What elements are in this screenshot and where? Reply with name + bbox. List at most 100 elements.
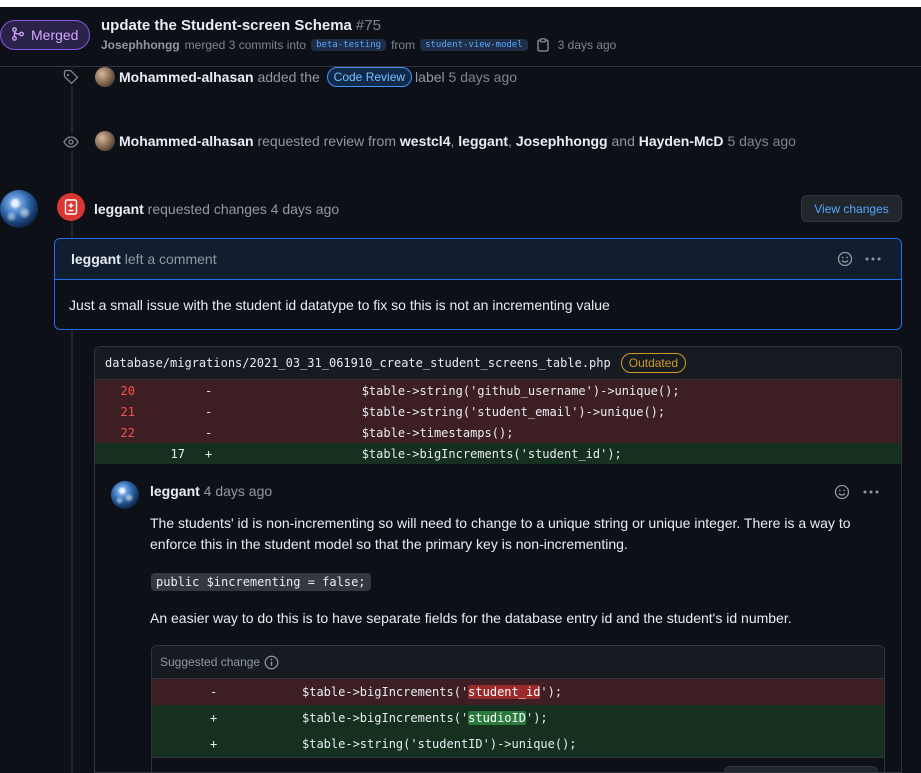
suggestion-line: + $table->bigIncrements('studioID'); <box>152 705 884 731</box>
merged-label: Merged <box>31 27 79 43</box>
pr-header: Merged update the Student-screen Schema #… <box>0 7 921 67</box>
pr-number: #75 <box>355 17 381 34</box>
diff-line: 20 - $table->string('github_username')->… <box>95 380 901 401</box>
kebab-menu-icon[interactable] <box>863 250 883 268</box>
timeline-event-review-request: Mohammed-alhasan requested review from w… <box>0 130 921 154</box>
reviewer[interactable]: Josephhongg <box>516 133 608 149</box>
review-action: requested changes <box>147 201 267 217</box>
suggested-change-label: Suggested change <box>160 655 261 669</box>
head-branch[interactable]: student-view-model <box>420 39 528 51</box>
top-edge <box>0 0 921 7</box>
outdated-badge: Outdated <box>620 353 687 373</box>
diff-code: $table->timestamps(); <box>275 425 514 440</box>
reviewer[interactable]: leggant <box>458 133 508 149</box>
event-time[interactable]: 5 days ago <box>449 69 518 85</box>
diff-code: $table->string('student_email')->unique(… <box>275 404 666 419</box>
review-comment: leggant left a comment Just a small issu… <box>54 238 902 330</box>
diff-sign: - <box>205 404 213 419</box>
pr-meta: Josephhongg merged 3 commits into beta-t… <box>101 38 616 52</box>
comment-user[interactable]: leggant <box>71 251 121 267</box>
added-token: studioID <box>468 711 526 725</box>
suggestion-code: $table->bigIncrements('student_id'); <box>302 685 562 699</box>
inline-code: public $incrementing = false; <box>151 573 371 591</box>
code-part: $table->bigIncrements(' <box>302 685 469 699</box>
pr-merge-text: merged 3 commits into <box>184 38 307 52</box>
diff-code: $table->string('github_username')->uniqu… <box>275 383 680 398</box>
pr-author[interactable]: Josephhongg <box>101 38 180 52</box>
timeline-event-label: Mohammed-alhasan added the Code Review l… <box>0 66 921 90</box>
diff-sign: + <box>210 737 218 751</box>
commit-suggestion-button[interactable] <box>724 766 878 772</box>
reviewer[interactable]: westcl4 <box>400 133 451 149</box>
eye-icon <box>62 133 80 151</box>
smiley-icon[interactable] <box>833 483 851 501</box>
tag-icon <box>62 68 80 86</box>
suggestion-code: $table->string('studentID')->unique(); <box>302 737 577 751</box>
info-icon[interactable] <box>264 655 279 670</box>
removed-token: student_id <box>468 685 541 699</box>
old-line-number[interactable]: 22 <box>95 426 135 440</box>
code-part: '); <box>525 711 548 725</box>
file-diff-icon <box>57 193 85 221</box>
suggested-change: Suggested change - $table->bigIncrements… <box>151 645 885 772</box>
pr-title-text[interactable]: update the Student-screen Schema <box>101 17 352 34</box>
diff-sign: - <box>205 425 213 440</box>
event-action: requested review from <box>257 133 396 149</box>
pr-time: 3 days ago <box>557 38 617 52</box>
review-user[interactable]: leggant <box>94 201 144 217</box>
event-time[interactable]: 5 days ago <box>727 133 796 149</box>
thread-paragraph: The students' id is non-incrementing so … <box>150 515 851 552</box>
thread-header: leggant 4 days ago <box>150 483 272 499</box>
reviewer[interactable]: Hayden-McD <box>639 133 724 149</box>
diff-code: $table->bigIncrements('student_id'); <box>275 446 622 461</box>
old-line-number[interactable]: 21 <box>95 405 135 419</box>
diff-line: 21 - $table->string('student_email')->un… <box>95 401 901 422</box>
thread-paragraph: An easier way to do this is to have sepa… <box>150 610 792 626</box>
pr-title: update the Student-screen Schema #75 <box>101 17 381 34</box>
thread-avatar[interactable] <box>111 481 139 509</box>
suggestion-line: + $table->string('studentID')->unique(); <box>152 731 884 757</box>
comment-header: leggant left a comment <box>55 239 901 280</box>
merged-state-badge: Merged <box>0 20 91 50</box>
comment-body: Just a small issue with the student id d… <box>69 297 610 313</box>
code-review-label[interactable]: Code Review <box>326 67 413 87</box>
and-text: and <box>611 133 635 149</box>
base-branch[interactable]: beta-testing <box>311 39 387 51</box>
comment-action: left a comment <box>124 251 217 267</box>
event-user[interactable]: Mohammed-alhasan <box>119 69 254 85</box>
copy-icon[interactable] <box>536 38 549 52</box>
event-suffix: label <box>415 69 445 85</box>
diff-sign: - <box>210 685 218 699</box>
diff-line: 17 + $table->bigIncrements('student_id')… <box>95 443 901 464</box>
thread-time[interactable]: 4 days ago <box>204 483 273 499</box>
diff-sign: + <box>210 711 218 725</box>
suggestion-line: - $table->bigIncrements('student_id'); <box>152 679 884 705</box>
suggestion-footer <box>152 757 884 772</box>
diff-file-header: database/migrations/2021_03_31_061910_cr… <box>95 347 901 380</box>
reviewer-avatar[interactable] <box>0 190 38 228</box>
review-time[interactable]: 4 days ago <box>271 201 340 217</box>
avatar[interactable] <box>95 131 115 151</box>
review-diff: database/migrations/2021_03_31_061910_cr… <box>94 346 902 773</box>
diff-sign: + <box>205 446 213 461</box>
suggested-change-header: Suggested change <box>152 646 884 679</box>
event-user[interactable]: Mohammed-alhasan <box>119 133 254 149</box>
diff-line: 22 - $table->timestamps(); <box>95 422 901 443</box>
kebab-menu-icon[interactable] <box>861 483 881 501</box>
smiley-icon[interactable] <box>836 250 854 268</box>
pr-from-text: from <box>391 38 416 52</box>
event-action: added the <box>257 69 320 85</box>
old-line-number[interactable]: 20 <box>95 384 135 398</box>
thread-user[interactable]: leggant <box>150 483 200 499</box>
timeline-line <box>71 66 73 773</box>
view-changes-button[interactable]: View changes <box>801 195 902 222</box>
code-part: $table->bigIncrements(' <box>302 711 469 725</box>
new-line-number[interactable]: 17 <box>135 447 185 461</box>
review-summary: leggant requested changes 4 days ago <box>94 201 339 217</box>
diff-file-path[interactable]: database/migrations/2021_03_31_061910_cr… <box>105 356 611 370</box>
suggestion-code: $table->bigIncrements('studioID'); <box>302 711 548 725</box>
avatar[interactable] <box>95 67 115 87</box>
code-part: '); <box>540 685 563 699</box>
merge-icon <box>11 26 25 44</box>
diff-sign: - <box>205 383 213 398</box>
